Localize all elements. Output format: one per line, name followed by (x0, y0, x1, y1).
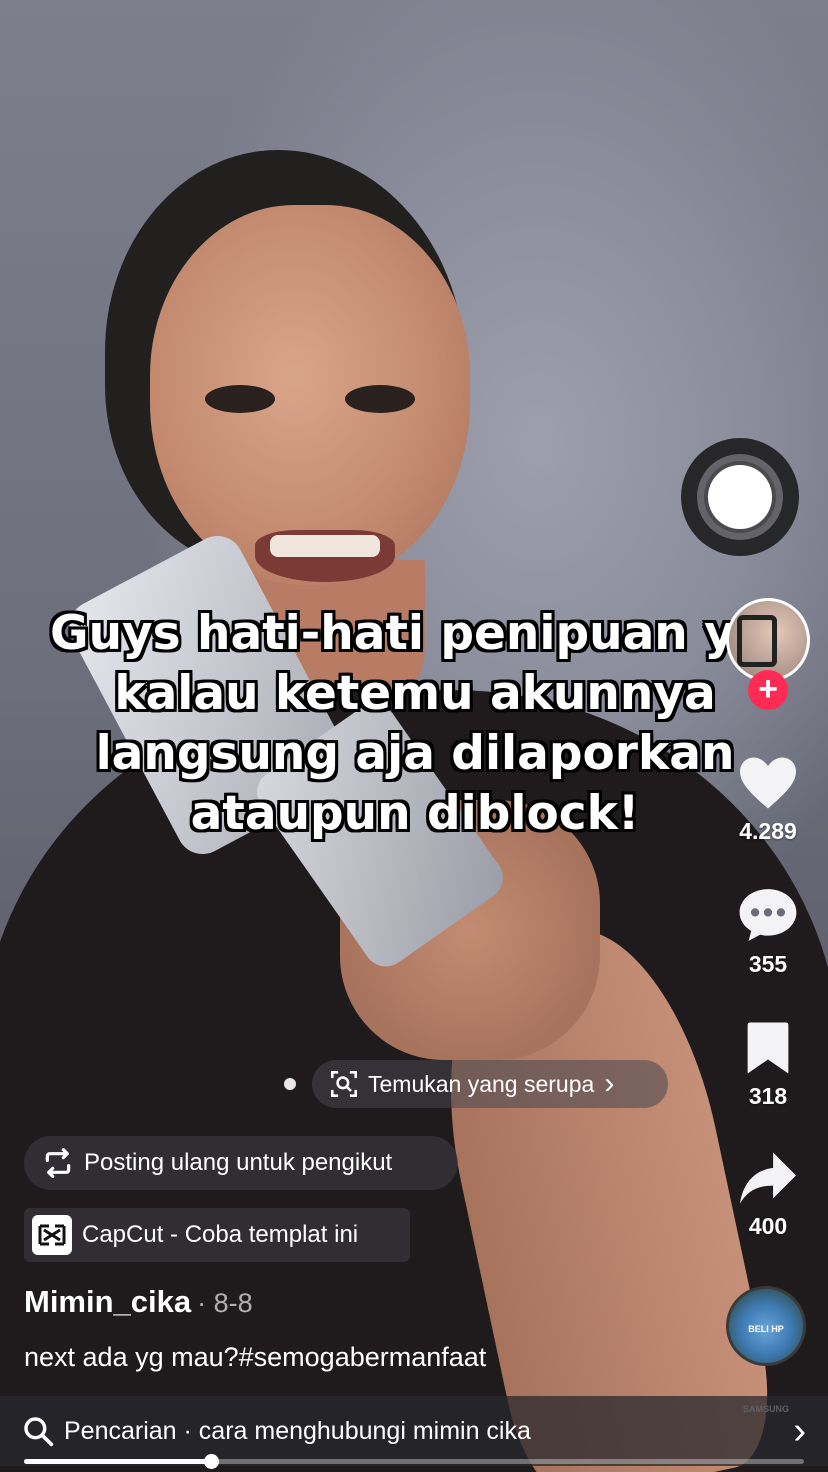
heart-icon (740, 757, 796, 809)
assistive-touch-button[interactable] (681, 438, 799, 556)
avatar-logo-icon (737, 615, 777, 667)
video-person-eye-left (205, 385, 275, 413)
comment-count: 355 (748, 951, 788, 977)
caption-line: Guys hati-hati penipuan ya, (50, 606, 785, 661)
search-icon (24, 1417, 54, 1447)
author-line[interactable]: Mimin_cika · 8-8 (24, 1284, 253, 1320)
capcut-template-button[interactable]: CapCut - Coba templat ini (24, 1208, 410, 1262)
repost-label: Posting ulang untuk pengikut (84, 1149, 393, 1176)
find-similar-button[interactable]: Temukan yang serupa › (312, 1060, 668, 1108)
caption-line: ataupun diblock! (190, 786, 640, 841)
bookmark-icon (747, 1022, 789, 1074)
like-button[interactable]: 4.289 (728, 755, 808, 845)
save-count: 318 (748, 1083, 788, 1109)
pagination-dot (284, 1078, 296, 1090)
music-disc[interactable]: BELI HP SAMSUNG (726, 1286, 806, 1414)
repost-icon (45, 1148, 71, 1178)
find-similar-label: Temukan yang serupa (368, 1070, 595, 1097)
like-count: 4.289 (739, 818, 797, 844)
post-date: · 8-8 (197, 1288, 253, 1318)
chevron-right-icon: › (604, 1067, 615, 1100)
visual-search-icon (331, 1071, 357, 1097)
comment-button[interactable]: 355 (728, 886, 808, 978)
capcut-label: CapCut - Coba templat ini (82, 1221, 359, 1248)
comment-icon (739, 889, 797, 941)
caption-line: langsung aja dilaporkan (95, 726, 735, 781)
share-button[interactable]: 400 (728, 1150, 808, 1240)
assistive-touch-ring (697, 454, 783, 540)
assistive-touch-dot (708, 465, 772, 529)
video-progress-fill (24, 1459, 212, 1464)
chevron-right-icon: › (793, 1410, 806, 1452)
post-description[interactable]: next ada yg mau?#semogabermanfaat (24, 1342, 486, 1373)
video-person-eye-right (345, 385, 415, 413)
caption-line: kalau ketemu akunnya (114, 666, 716, 721)
repost-button[interactable]: Posting ulang untuk pengikut (24, 1136, 458, 1190)
follow-button[interactable]: + (748, 670, 788, 710)
save-button[interactable]: 318 (728, 1020, 808, 1110)
share-count: 400 (748, 1213, 788, 1239)
video-progress-bar[interactable] (24, 1454, 804, 1469)
capcut-logo-icon (32, 1215, 72, 1255)
related-search-bar[interactable]: Pencarian · cara menghubungi mimin cika … (0, 1396, 828, 1466)
author-username[interactable]: Mimin_cika (24, 1284, 191, 1319)
share-arrow-icon (740, 1152, 796, 1204)
video-person-teeth (270, 535, 380, 557)
video-caption: Guys hati-hati penipuan ya, kalau ketemu… (50, 604, 785, 844)
video-person-face (150, 205, 470, 585)
related-search-label: Pencarian · cara menghubungi mimin cika (64, 1416, 531, 1445)
